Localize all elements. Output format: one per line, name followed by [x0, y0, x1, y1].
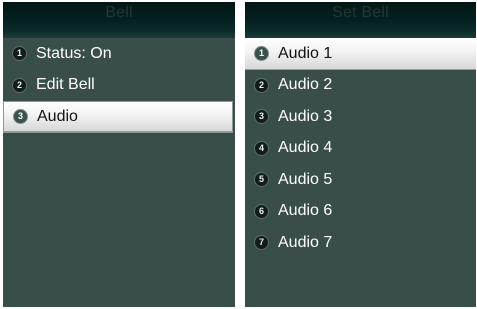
number-badge-icon: 6 — [254, 203, 269, 219]
number-badge-icon: 1 — [254, 46, 269, 62]
number-badge-icon: 3 — [13, 109, 28, 125]
menu-item-audio-6[interactable]: 6 Audio 6 — [245, 196, 476, 228]
set-bell-screen: Set Bell 1 Audio 1 2 Audio 2 3 Audio 3 4… — [245, 2, 476, 307]
menu-item-label: Audio 1 — [278, 44, 333, 62]
number-badge-icon: 4 — [254, 140, 269, 156]
menu-item-label: Status: On — [36, 44, 112, 62]
menu-item-label: Audio 4 — [278, 139, 333, 157]
menu-item-audio-2[interactable]: 2 Audio 2 — [245, 70, 476, 102]
number-badge-icon: 1 — [12, 46, 27, 62]
audio-options-list: 1 Audio 1 2 Audio 2 3 Audio 3 4 Audio 4 … — [245, 38, 476, 259]
number-badge-icon: 5 — [254, 172, 269, 188]
menu-item-label: Audio 3 — [278, 107, 333, 125]
menu-item-audio-4[interactable]: 4 Audio 4 — [245, 133, 476, 165]
menu-item-label: Edit Bell — [36, 76, 95, 94]
bell-menu-screen: Bell 1 Status: On 2 Edit Bell 3 Audio — [3, 2, 235, 307]
menu-item-audio-1[interactable]: 1 Audio 1 — [245, 38, 476, 70]
menu-item-audio-3[interactable]: 3 Audio 3 — [245, 101, 476, 133]
menu-item-label: Audio — [37, 107, 78, 125]
number-badge-icon: 2 — [12, 77, 27, 93]
number-badge-icon: 3 — [254, 109, 269, 125]
menu-item-label: Audio 5 — [278, 170, 333, 188]
menu-item-status[interactable]: 1 Status: On — [3, 38, 235, 70]
menu-item-label: Audio 7 — [278, 233, 333, 251]
menu-item-audio[interactable]: 3 Audio — [3, 101, 233, 133]
screen-title: Bell — [3, 2, 235, 38]
menu-item-audio-5[interactable]: 5 Audio 5 — [245, 164, 476, 196]
menu-item-audio-7[interactable]: 7 Audio 7 — [245, 227, 476, 259]
number-badge-icon: 7 — [254, 235, 269, 251]
menu-item-edit-bell[interactable]: 2 Edit Bell — [3, 70, 235, 102]
bell-menu-list: 1 Status: On 2 Edit Bell 3 Audio — [3, 38, 235, 133]
number-badge-icon: 2 — [254, 77, 269, 93]
menu-item-label: Audio 6 — [278, 202, 333, 220]
menu-item-label: Audio 2 — [278, 76, 333, 94]
screen-title: Set Bell — [245, 2, 476, 38]
